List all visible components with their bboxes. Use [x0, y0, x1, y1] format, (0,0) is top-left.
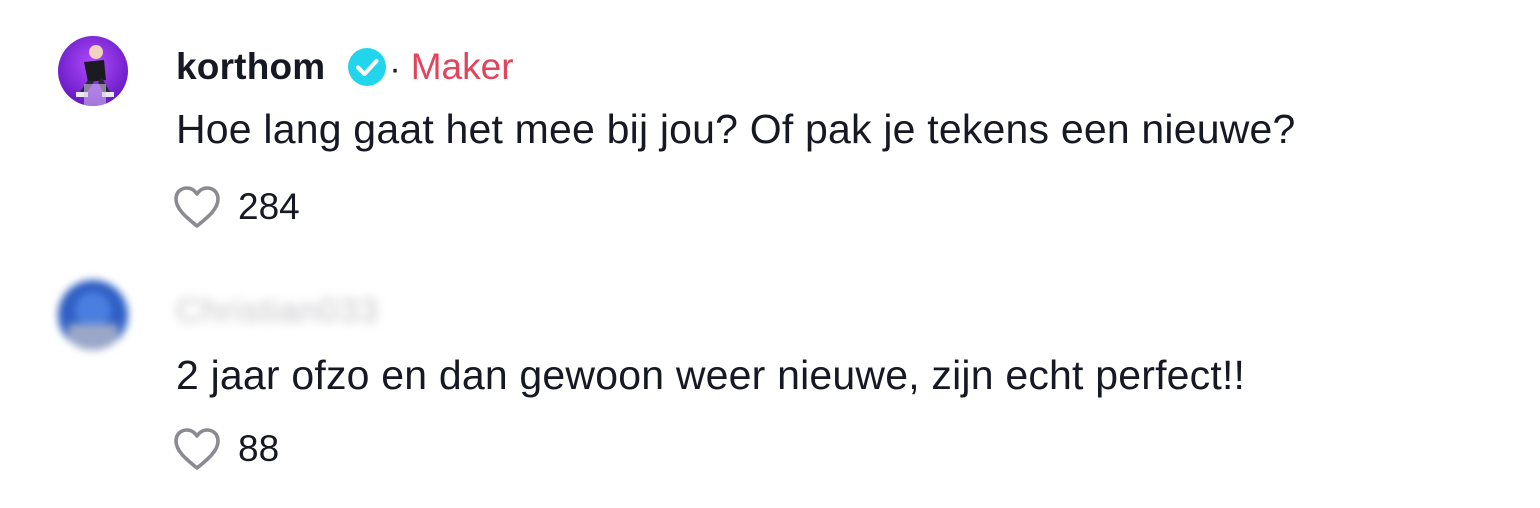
author-row: Christian033: [176, 286, 379, 336]
avatar-image: [58, 280, 128, 350]
comment-text: 2 jaar ofzo en dan gewoon weer nieuwe, z…: [176, 352, 1246, 398]
heart-icon[interactable]: [172, 426, 222, 472]
like-count: 88: [238, 428, 280, 469]
author-row: korthom · Maker: [176, 42, 514, 92]
comment-text: Hoe lang gaat het mee bij jou? Of pak je…: [176, 106, 1296, 152]
creator-badge: Maker: [410, 46, 514, 87]
like-row: 284: [172, 182, 300, 232]
comment-item: Christian033 2 jaar ofzo en dan gewoon w…: [0, 250, 1540, 508]
separator-dot: ·: [389, 49, 401, 88]
like-row: 88: [172, 424, 279, 474]
verified-badge-icon: [347, 47, 387, 87]
heart-icon[interactable]: [172, 184, 222, 230]
username[interactable]: Christian033: [176, 292, 379, 331]
avatar[interactable]: [58, 280, 128, 350]
username[interactable]: korthom: [176, 46, 325, 88]
comment-item: korthom · Maker Hoe lang gaat het mee bi…: [0, 0, 1540, 250]
avatar-image: [58, 36, 128, 106]
like-count: 284: [238, 186, 300, 227]
avatar[interactable]: [58, 36, 128, 106]
